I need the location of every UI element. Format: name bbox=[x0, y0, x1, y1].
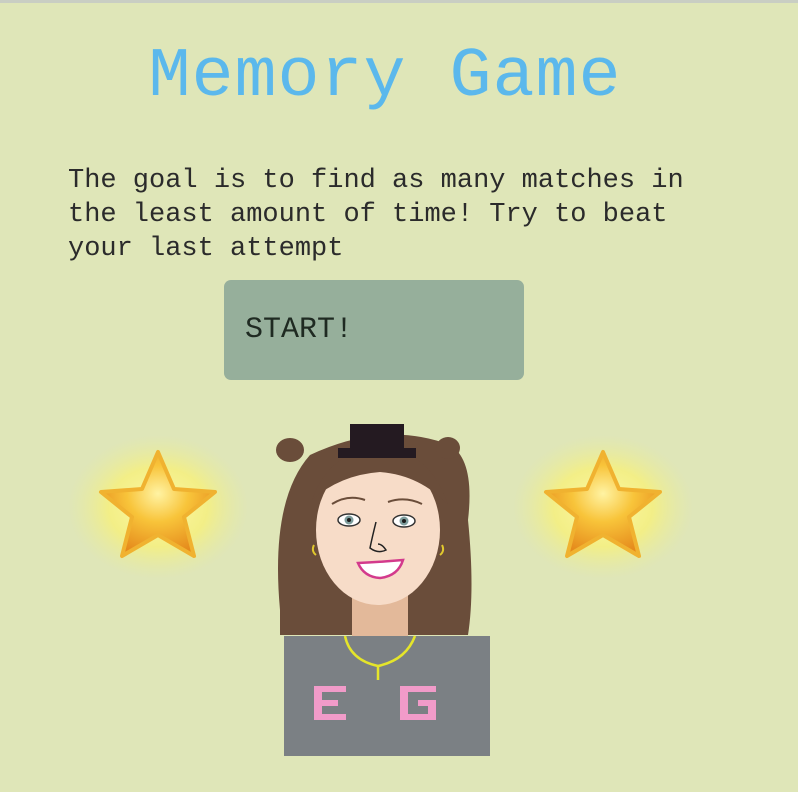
star-icon bbox=[513, 435, 693, 579]
player-avatar: E G bbox=[276, 424, 490, 756]
top-border bbox=[0, 0, 798, 3]
start-button[interactable]: START! bbox=[224, 280, 524, 380]
game-description: The goal is to find as many matches in t… bbox=[68, 166, 684, 264]
page-title: Memory Game bbox=[148, 38, 622, 117]
star-icon bbox=[68, 435, 248, 579]
